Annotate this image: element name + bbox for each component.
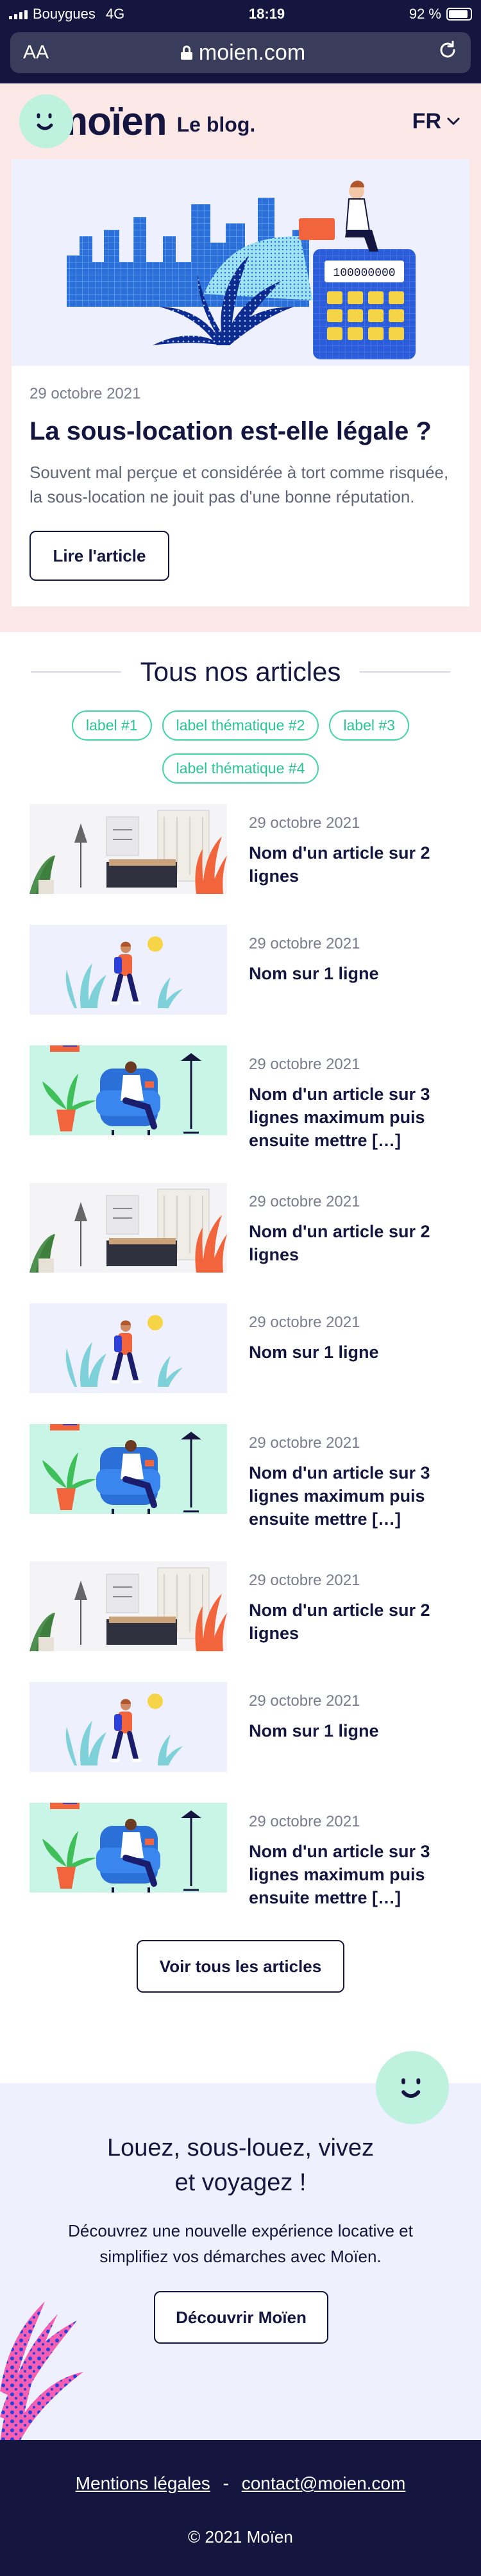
lock-icon — [180, 46, 192, 60]
article-card[interactable]: 29 octobre 2021 Nom sur 1 ligne — [30, 1303, 451, 1393]
see-all-articles-button[interactable]: Voir tous les articles — [137, 1940, 344, 1993]
carrier: Bouygues — [33, 6, 96, 22]
language-selector[interactable]: FR — [412, 109, 460, 134]
cta-text-line1: Découvrez une nouvelle expérience locati… — [68, 2221, 413, 2240]
browser-chrome: AA moien.com — [0, 28, 481, 83]
featured-description: Souvent mal perçue et considérée à tort … — [30, 463, 449, 506]
article-title[interactable]: Nom d'un article sur 2 lignes — [249, 1599, 451, 1645]
contact-email-link[interactable]: contact@moien.com — [242, 2473, 406, 2493]
featured-date: 29 octobre 2021 — [30, 385, 141, 402]
article-title[interactable]: Nom sur 1 ligne — [249, 1341, 379, 1364]
cta-title-line2: et voyagez ! — [174, 2169, 307, 2196]
cta-section: Louez, sous-louez, vivez et voyagez ! Dé… — [0, 2083, 481, 2440]
battery-percent: 92 % — [409, 6, 441, 22]
article-title[interactable]: Nom d'un article sur 3 lignes maximum pu… — [249, 1840, 451, 1909]
all-articles-heading: Tous nos articles — [0, 657, 481, 687]
leaf-illustration — [0, 2301, 83, 2440]
chevron-down-icon — [447, 117, 460, 125]
article-date: 29 octobre 2021 — [249, 814, 360, 832]
category-filters: label #1 label thématique #2 label #3 la… — [0, 710, 481, 784]
article-date: 29 octobre 2021 — [249, 1056, 360, 1073]
filter-chip[interactable]: label thématique #4 — [162, 753, 319, 784]
article-card[interactable]: 29 octobre 2021 Nom d'un article sur 2 li… — [30, 1561, 451, 1651]
reload-icon[interactable] — [437, 40, 458, 66]
article-card[interactable]: 29 octobre 2021 Nom d'un article sur 3 li… — [30, 1045, 451, 1152]
article-date: 29 octobre 2021 — [249, 1692, 360, 1710]
logo[interactable]: moïen Le blog. — [19, 94, 255, 148]
article-date: 29 octobre 2021 — [249, 1314, 360, 1331]
address-bar[interactable]: AA moien.com — [10, 32, 471, 73]
filter-chip[interactable]: label #3 — [329, 710, 409, 741]
article-card[interactable]: 29 octobre 2021 Nom d'un article sur 3 li… — [30, 1803, 451, 1909]
article-date: 29 octobre 2021 — [249, 1193, 360, 1210]
legal-notice-link[interactable]: Mentions légales — [76, 2473, 210, 2493]
section-title: Tous nos articles — [140, 657, 341, 687]
article-thumbnail[interactable] — [30, 1045, 227, 1135]
network: 4G — [105, 6, 125, 22]
article-thumbnail[interactable] — [30, 1682, 227, 1772]
article-date: 29 octobre 2021 — [249, 1572, 360, 1589]
article-date: 29 octobre 2021 — [249, 935, 360, 952]
language-label: FR — [412, 108, 441, 133]
article-thumbnail[interactable] — [30, 1303, 227, 1393]
blog-label: Le blog. — [176, 112, 256, 136]
status-bar: Bouygues 4G 18:19 92 % — [0, 0, 481, 28]
copyright: © 2021 Moïen — [188, 2527, 293, 2546]
divider — [31, 671, 121, 673]
article-card[interactable]: 29 octobre 2021 Nom sur 1 ligne — [30, 1682, 451, 1772]
site-header: moïen Le blog. FR — [0, 83, 481, 159]
article-title[interactable]: Nom d'un article sur 2 lignes — [249, 1220, 451, 1266]
logo-smile-icon — [19, 94, 73, 148]
article-title[interactable]: Nom sur 1 ligne — [249, 1719, 379, 1742]
read-article-button[interactable]: Lire l'article — [30, 531, 169, 581]
featured-illustration: 100000000 — [12, 159, 469, 366]
discover-moien-button[interactable]: Découvrir Moïen — [154, 2291, 328, 2344]
cta-title-line1: Louez, sous-louez, vivez — [106, 2134, 375, 2161]
divider — [360, 671, 450, 673]
article-date: 29 octobre 2021 — [249, 1434, 360, 1452]
article-thumbnail[interactable] — [30, 1803, 227, 1893]
article-thumbnail[interactable] — [30, 1183, 227, 1273]
smile-icon — [376, 2051, 449, 2124]
article-card[interactable]: 29 octobre 2021 Nom d'un article sur 2 li… — [30, 804, 451, 894]
article-card[interactable]: 29 octobre 2021 Nom d'un article sur 2 li… — [30, 1183, 451, 1273]
featured-band: 100000000 29 octobre 2021 La sous-locati… — [0, 159, 481, 632]
site-footer: Mentions légales - contact@moien.com © 2… — [0, 2440, 481, 2576]
battery-icon — [446, 8, 472, 21]
article-title[interactable]: Nom d'un article sur 3 lignes maximum pu… — [249, 1461, 451, 1531]
article-title[interactable]: Nom sur 1 ligne — [249, 962, 379, 985]
reader-settings-button[interactable]: AA — [23, 42, 49, 64]
filter-chip[interactable]: label #1 — [72, 710, 152, 741]
article-list: 29 octobre 2021 Nom d'un article sur 2 li… — [0, 804, 481, 1909]
article-thumbnail[interactable] — [30, 1424, 227, 1514]
article-title[interactable]: Nom d'un article sur 3 lignes maximum pu… — [249, 1083, 451, 1152]
article-title[interactable]: Nom d'un article sur 2 lignes — [249, 841, 451, 888]
article-card[interactable]: 29 octobre 2021 Nom sur 1 ligne — [30, 925, 451, 1015]
filter-chip[interactable]: label thématique #2 — [162, 710, 319, 741]
signal-icon — [9, 9, 28, 19]
article-card[interactable]: 29 octobre 2021 Nom d'un article sur 3 li… — [30, 1424, 451, 1531]
calculator-display: 100000000 — [333, 267, 395, 280]
article-thumbnail[interactable] — [30, 1561, 227, 1651]
cta-text-line2: simplifiez vos démarches avec Moïen. — [99, 2247, 382, 2266]
clock: 18:19 — [248, 6, 285, 22]
featured-article[interactable]: 100000000 29 octobre 2021 La sous-locati… — [12, 159, 469, 606]
article-date: 29 octobre 2021 — [249, 1813, 360, 1830]
featured-title[interactable]: La sous-location est-elle légale ? — [30, 417, 451, 446]
article-thumbnail[interactable] — [30, 804, 227, 894]
url-text[interactable]: moien.com — [199, 40, 305, 65]
article-thumbnail[interactable] — [30, 925, 227, 1015]
footer-separator: - — [223, 2473, 229, 2493]
